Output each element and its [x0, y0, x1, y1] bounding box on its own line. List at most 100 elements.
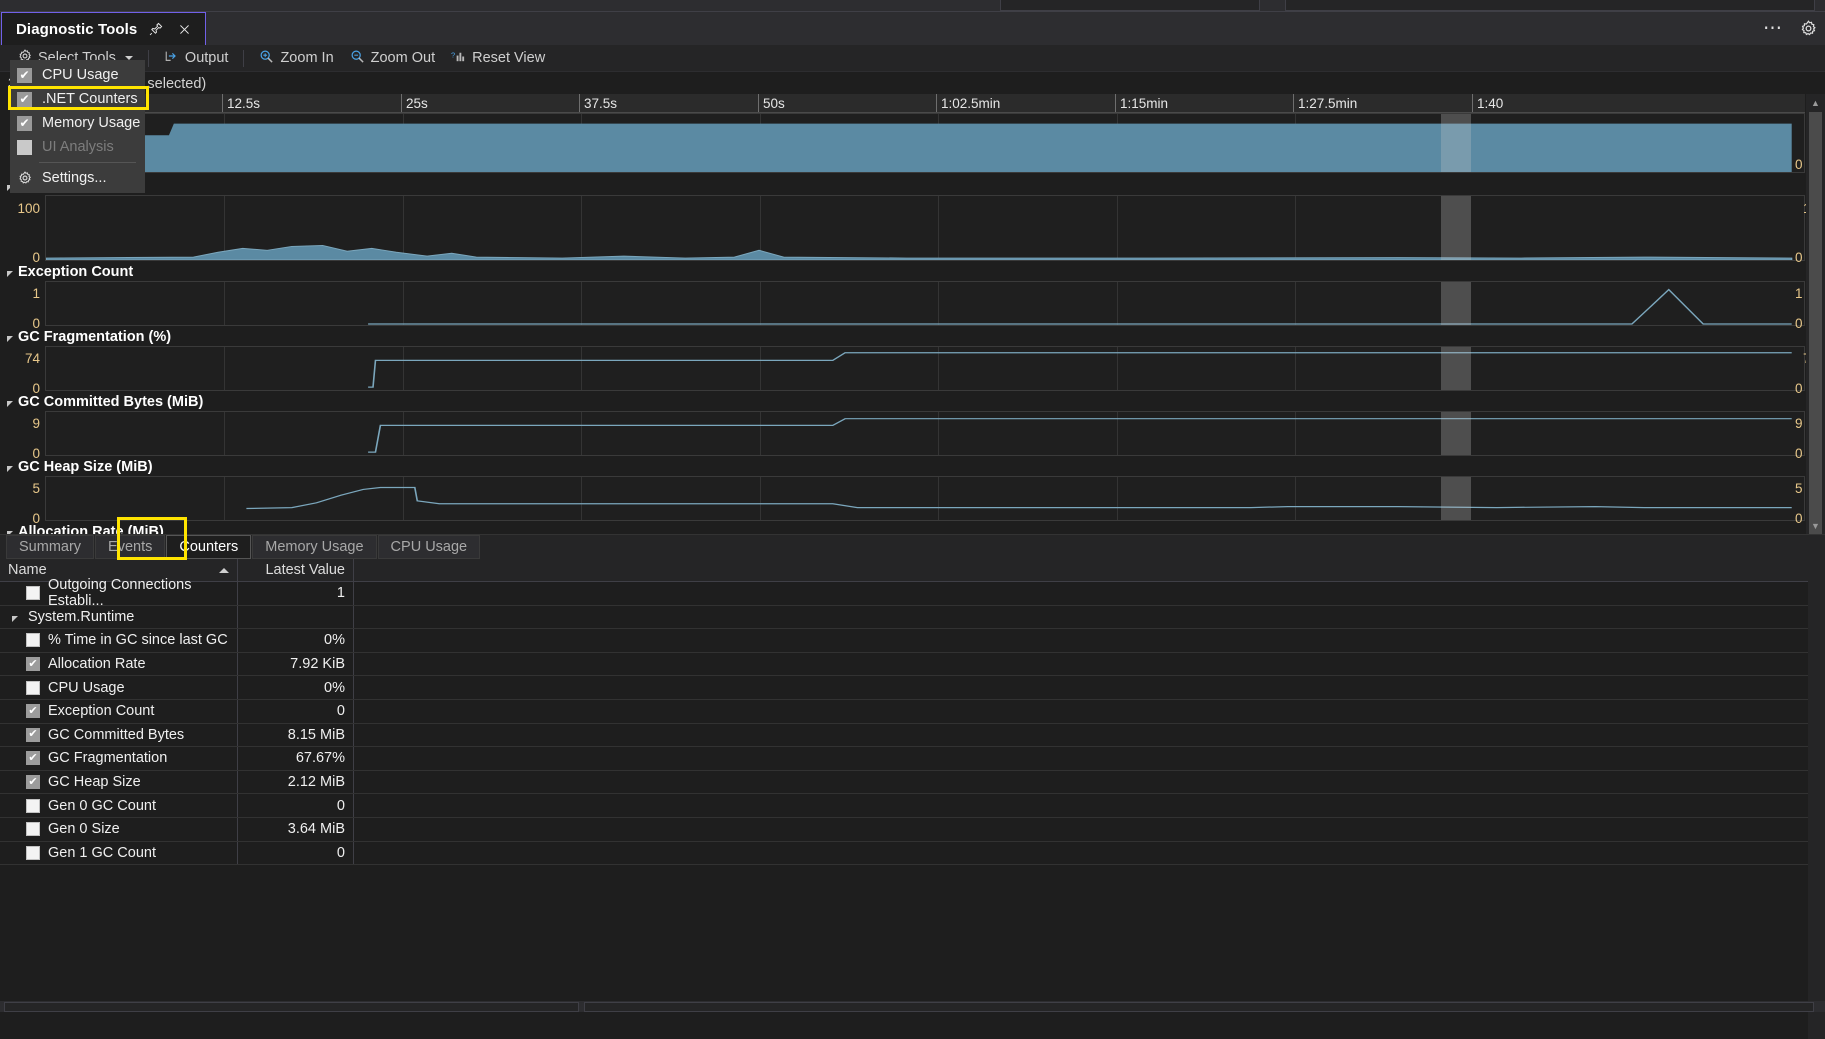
counter-checkbox-checked[interactable]: ✔: [26, 657, 40, 671]
collapse-triangle-icon[interactable]: [7, 466, 13, 472]
counter-latest-value: 0: [238, 794, 354, 817]
counter-checkbox-unchecked[interactable]: [26, 633, 40, 647]
ruler-tick: 12.5s: [222, 94, 260, 112]
selection-band[interactable]: [1441, 282, 1471, 325]
counter-value-label: 0: [337, 845, 345, 861]
checked-checkbox-icon: ✔: [17, 68, 32, 83]
axis-max-memory: 100: [0, 201, 40, 216]
graph-label-memory-usage: ors): [0, 176, 1825, 195]
table-row[interactable]: ✔GC Heap Size2.12 MiB: [0, 771, 1825, 795]
menu-item-net-counters[interactable]: ✔ .NET Counters: [11, 87, 144, 111]
counter-checkbox-checked[interactable]: ✔: [26, 751, 40, 765]
series-memory-usage: [46, 196, 1804, 260]
counter-latest-value: 3.64 MiB: [238, 818, 354, 841]
menu-item-label: CPU Usage: [42, 67, 119, 83]
tool-window-actions: ⋯: [1763, 12, 1817, 45]
counter-checkbox-checked[interactable]: ✔: [26, 728, 40, 742]
output-arrow-icon: [164, 49, 179, 67]
counter-latest-value: 0%: [238, 629, 354, 652]
counter-checkbox-unchecked[interactable]: [26, 846, 40, 860]
output-button[interactable]: Output: [156, 47, 237, 70]
timeline-ruler[interactable]: 12.5s 25s 37.5s 50s 1:02.5min 1:15min 1:…: [45, 94, 1805, 113]
tab-cpu-usage[interactable]: CPU Usage: [378, 535, 481, 559]
counter-row-name: ✔ GC Committed Bytes: [0, 724, 238, 747]
checked-checkbox-icon: ✔: [17, 116, 32, 131]
collapse-triangle-icon[interactable]: [7, 401, 13, 407]
graph-pane-scrollbar[interactable]: ▲ ▼: [1806, 94, 1825, 534]
tab-memory-usage[interactable]: Memory Usage: [252, 535, 376, 559]
table-row[interactable]: Gen 0 Size 3.64 MiB: [0, 818, 1825, 842]
table-row[interactable]: Gen 0 GC Count0: [0, 794, 1825, 818]
menu-item-label: .NET Counters: [42, 91, 138, 107]
axis-max-gc-frag: 74: [0, 351, 40, 366]
close-icon[interactable]: [175, 20, 193, 38]
ruler-tick: 37.5s: [579, 94, 617, 112]
table-row[interactable]: ✔Allocation Rate7.92 KiB: [0, 653, 1825, 677]
table-row[interactable]: ✔Exception Count0: [0, 700, 1825, 724]
collapse-triangle-icon[interactable]: [7, 336, 13, 342]
table-row[interactable]: CPU Usage0%: [0, 676, 1825, 700]
selection-band[interactable]: [1441, 477, 1471, 520]
plot-exception-count[interactable]: [45, 281, 1805, 326]
tab-counters[interactable]: Counters: [166, 535, 251, 559]
counter-name-label: Gen 0 Size: [48, 821, 120, 837]
scroll-up-icon[interactable]: ▲: [1806, 94, 1825, 111]
series-gc-heap-size: [46, 477, 1804, 520]
collapse-triangle-icon[interactable]: [12, 616, 18, 622]
table-row[interactable]: Gen 1 GC Count 0: [0, 842, 1825, 866]
table-header: Name Latest Value: [0, 559, 1825, 582]
counter-value-label: 2.12 MiB: [288, 774, 345, 790]
table-row[interactable]: ✔GC Fragmentation67.67%: [0, 747, 1825, 771]
table-row[interactable]: System.Runtime: [0, 606, 1825, 630]
counter-checkbox-unchecked[interactable]: [26, 799, 40, 813]
counter-checkbox-unchecked[interactable]: [26, 586, 40, 600]
column-header-latest-value[interactable]: Latest Value: [238, 559, 354, 581]
table-row[interactable]: ✔ GC Committed Bytes 8.15 MiB: [0, 724, 1825, 748]
plot-gc-heap-size[interactable]: [45, 476, 1805, 521]
graph-gc-committed-bytes: GC Committed Bytes (MiB) 9 0 9 0: [0, 392, 1825, 456]
menu-item-settings[interactable]: Settings...: [11, 166, 144, 190]
plot-gc-fragmentation[interactable]: [45, 346, 1805, 391]
table-row[interactable]: % Time in GC since last GC 0%: [0, 629, 1825, 653]
plot-gc-committed-bytes[interactable]: [45, 411, 1805, 456]
pin-icon[interactable]: [147, 20, 165, 38]
graph-exception-count: Exception Count 1 0 1 0: [0, 262, 1825, 326]
counter-checkbox-unchecked[interactable]: [26, 822, 40, 836]
selection-band[interactable]: [1441, 347, 1471, 390]
counter-checkbox-unchecked[interactable]: [26, 681, 40, 695]
zoom-out-button[interactable]: Zoom Out: [342, 47, 443, 70]
counter-name-label: Gen 1 GC Count: [48, 845, 156, 861]
counter-name-label: GC Committed Bytes: [48, 727, 184, 743]
table-scrollbar[interactable]: [1808, 559, 1825, 1039]
axis-max-gc-heap: 5: [0, 481, 40, 496]
reset-view-label: Reset View: [472, 50, 545, 66]
counter-checkbox-checked[interactable]: ✔: [26, 704, 40, 718]
table-row[interactable]: Outgoing Connections Establi...1: [0, 582, 1825, 606]
zoom-in-button[interactable]: Zoom In: [251, 47, 341, 70]
plot-memory-usage[interactable]: [45, 195, 1805, 261]
collapse-triangle-icon[interactable]: [7, 271, 13, 277]
column-header-name[interactable]: Name: [0, 559, 238, 581]
counter-checkbox-checked[interactable]: ✔: [26, 775, 40, 789]
counter-name-label: % Time in GC since last GC: [48, 632, 228, 648]
checked-checkbox-icon: ✔: [17, 92, 32, 107]
selection-band[interactable]: [1441, 412, 1471, 455]
tab-summary[interactable]: Summary: [6, 535, 94, 559]
more-options-icon[interactable]: ⋯: [1763, 24, 1783, 34]
selection-band[interactable]: [1441, 196, 1471, 260]
menu-separator: [39, 162, 136, 163]
tab-events[interactable]: Events: [95, 535, 165, 559]
selection-band[interactable]: [1441, 114, 1471, 172]
tab-diagnostic-tools[interactable]: Diagnostic Tools: [1, 12, 206, 45]
plot-cpu-strip[interactable]: [45, 113, 1805, 173]
scrollbar-thumb[interactable]: [1809, 112, 1822, 534]
counter-row-name: CPU Usage: [0, 676, 238, 699]
counter-name-label: System.Runtime: [28, 609, 134, 625]
scroll-down-icon[interactable]: ▼: [1806, 517, 1825, 534]
gear-icon[interactable]: [1799, 20, 1817, 38]
sort-ascending-icon: [219, 568, 229, 573]
menu-item-memory-usage[interactable]: ✔Memory Usage: [11, 111, 144, 135]
counter-value-label: 8.15 MiB: [288, 727, 345, 743]
reset-view-button[interactable]: ? Reset View: [443, 47, 553, 70]
menu-item-cpu-usage[interactable]: ✔ CPU Usage: [11, 63, 144, 87]
